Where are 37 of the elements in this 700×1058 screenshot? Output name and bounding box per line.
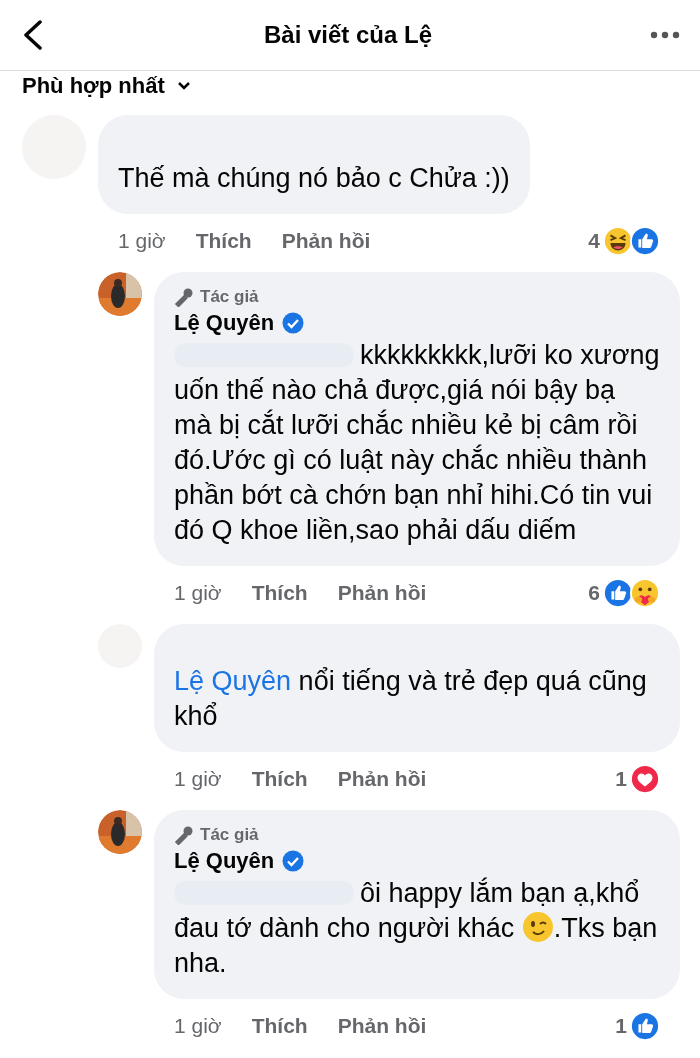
- chevron-down-icon[interactable]: [176, 81, 191, 91]
- like-icon: [630, 226, 660, 256]
- microphone-icon: [174, 287, 194, 307]
- comment-time: 1 giờ: [174, 581, 222, 605]
- author-role-label: Tác giả: [200, 286, 259, 308]
- reaction-count[interactable]: 1: [615, 767, 627, 791]
- comment-text: kkkkkkkkk,lưỡi ko xương uốn thế nào chả được,giá nói bậy bạ mà bị cắt lưỡi chắc nhiều kẻ bị câm rồi đó.Ước gì có luật này chắc nhiều thành phần bớt cà chớn bạn nhỉ hihi.Có tin vui đó Q khoe liền,sao phải dấu diếm: [174, 340, 660, 545]
- like-link[interactable]: Thích: [251, 767, 308, 791]
- reply-link[interactable]: Phản hồi: [337, 581, 427, 605]
- reply-link[interactable]: Phản hồi: [337, 1014, 427, 1038]
- like-icon: [630, 1011, 660, 1041]
- more-icon[interactable]: [650, 31, 680, 39]
- author-name[interactable]: Lệ Quyên: [174, 846, 275, 876]
- avatar[interactable]: [98, 810, 142, 854]
- comment-text: Thế mà chúng nó bảo c Chửa :)): [118, 163, 510, 193]
- winking-face-icon: [521, 911, 554, 943]
- author-role-label: Tác giả: [200, 824, 259, 846]
- reply-link[interactable]: Phản hồi: [337, 767, 427, 791]
- reaction-count[interactable]: 6: [588, 581, 600, 605]
- laughing-face-icon: [603, 226, 633, 256]
- comment-time: 1 giờ: [118, 229, 166, 253]
- comment-time: 1 giờ: [174, 767, 222, 791]
- like-link[interactable]: Thích: [195, 229, 252, 253]
- comment-text: Lệ Quyên nổi tiếng và trẻ đẹp quá cũng khổ: [174, 666, 647, 731]
- comment-time: 1 giờ: [174, 1014, 222, 1038]
- like-icon: [603, 578, 633, 608]
- like-link[interactable]: Thích: [251, 1014, 308, 1038]
- like-link[interactable]: Thích: [251, 581, 308, 605]
- reaction-count[interactable]: 4: [588, 229, 600, 253]
- author-name[interactable]: Lệ Quyên: [174, 308, 275, 338]
- reply-link[interactable]: Phản hồi: [281, 229, 371, 253]
- avatar[interactable]: [98, 272, 142, 316]
- microphone-icon: [174, 825, 194, 845]
- page-title: Bài viết của Lệ: [263, 21, 433, 49]
- sort-dropdown[interactable]: Phù hợp nhất: [22, 73, 165, 99]
- reaction-count[interactable]: 1: [615, 1014, 627, 1038]
- hugging-face-icon: [630, 578, 660, 608]
